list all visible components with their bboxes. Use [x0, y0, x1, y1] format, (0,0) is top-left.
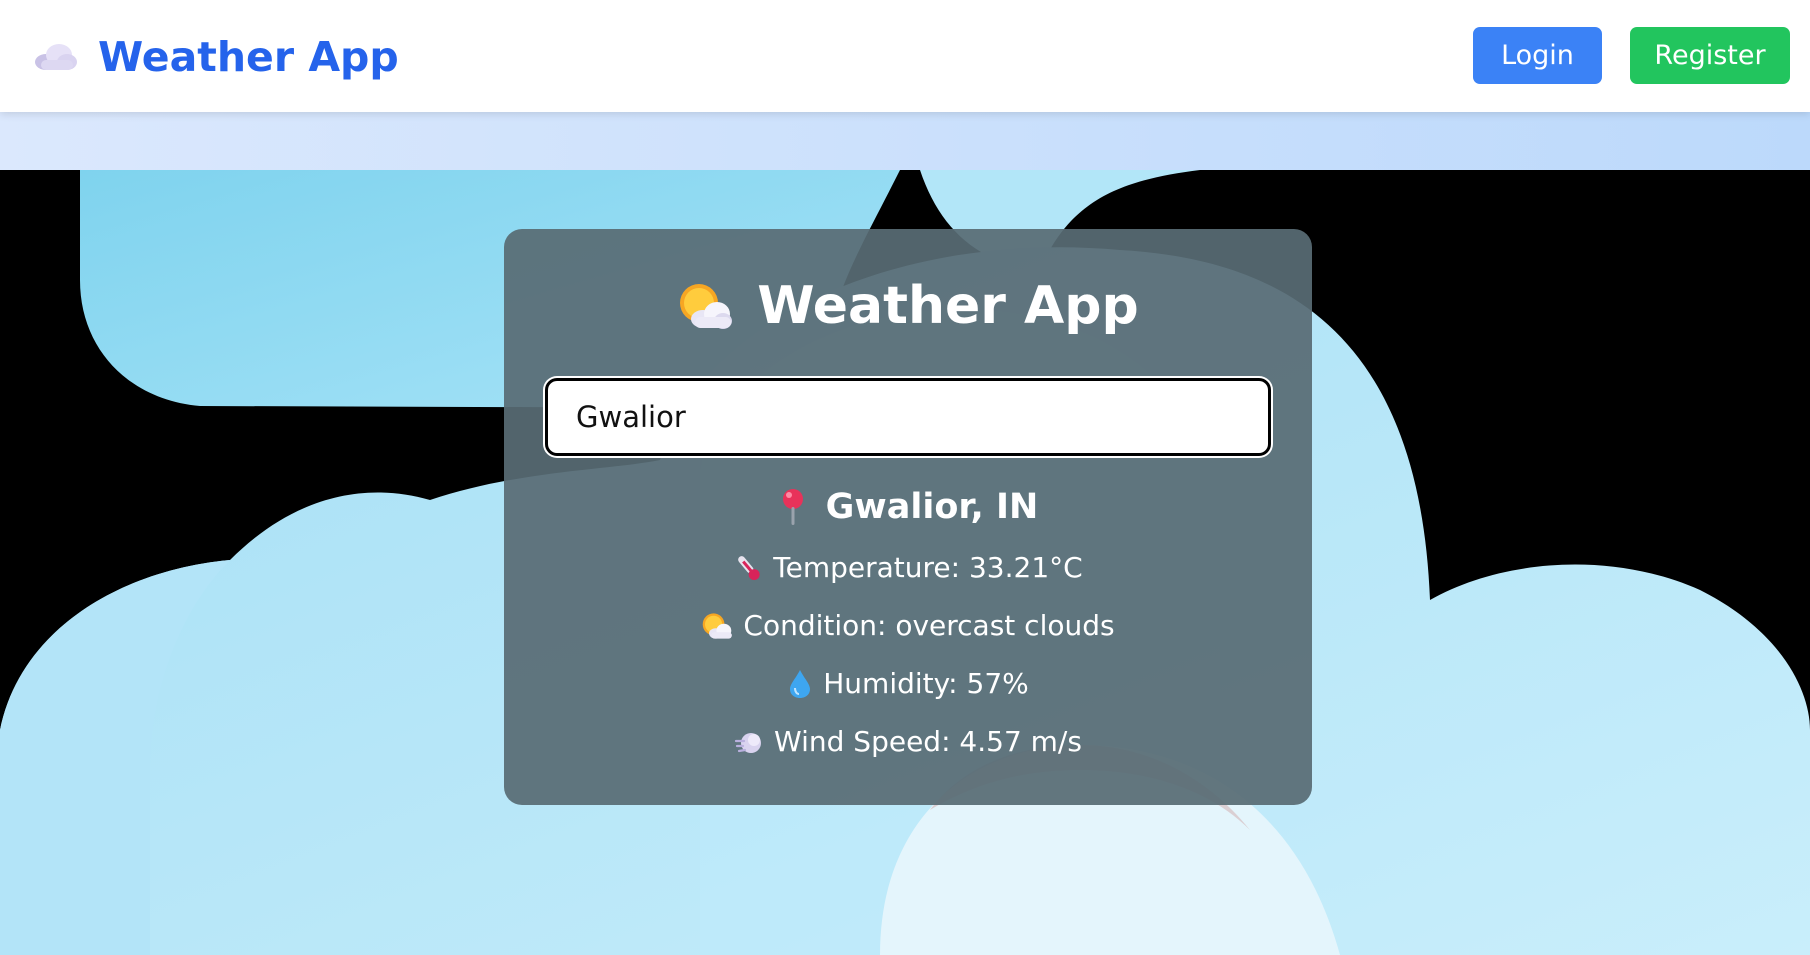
location-heading: Gwalior, IN: [504, 484, 1312, 530]
weather-card: Weather App Gwalior, IN Temperature: 33.…: [504, 229, 1312, 805]
card-header: Weather App: [504, 271, 1312, 341]
location-name: Gwalior, IN: [825, 487, 1039, 527]
condition-text: Condition: overcast clouds: [743, 609, 1115, 642]
sun-behind-cloud-icon: [703, 613, 733, 639]
header-strip: [0, 112, 1810, 170]
thermometer-icon: [738, 556, 760, 581]
wind-face-icon: [734, 733, 762, 753]
wind-text: Wind Speed: 4.57 m/s: [774, 725, 1082, 758]
droplet-icon: [790, 670, 811, 698]
login-button[interactable]: Login: [1473, 27, 1602, 84]
city-search-input[interactable]: [545, 378, 1271, 456]
navbar: Weather App Login Register: [0, 0, 1810, 112]
pushpin-icon: [782, 489, 803, 525]
cloud-icon: [35, 44, 77, 70]
brand[interactable]: Weather App: [32, 30, 399, 84]
condition-row: Condition: overcast clouds: [504, 607, 1312, 645]
card-title: Weather App: [757, 276, 1139, 336]
humidity-row: Humidity: 57%: [504, 665, 1312, 703]
temperature-row: Temperature: 33.21°C: [504, 549, 1312, 587]
brand-title: Weather App: [98, 33, 399, 81]
register-button[interactable]: Register: [1630, 27, 1790, 84]
sun-behind-cloud-icon: [680, 284, 733, 329]
wind-row: Wind Speed: 4.57 m/s: [504, 723, 1312, 761]
temperature-text: Temperature: 33.21°C: [773, 551, 1083, 584]
humidity-text: Humidity: 57%: [823, 667, 1029, 700]
